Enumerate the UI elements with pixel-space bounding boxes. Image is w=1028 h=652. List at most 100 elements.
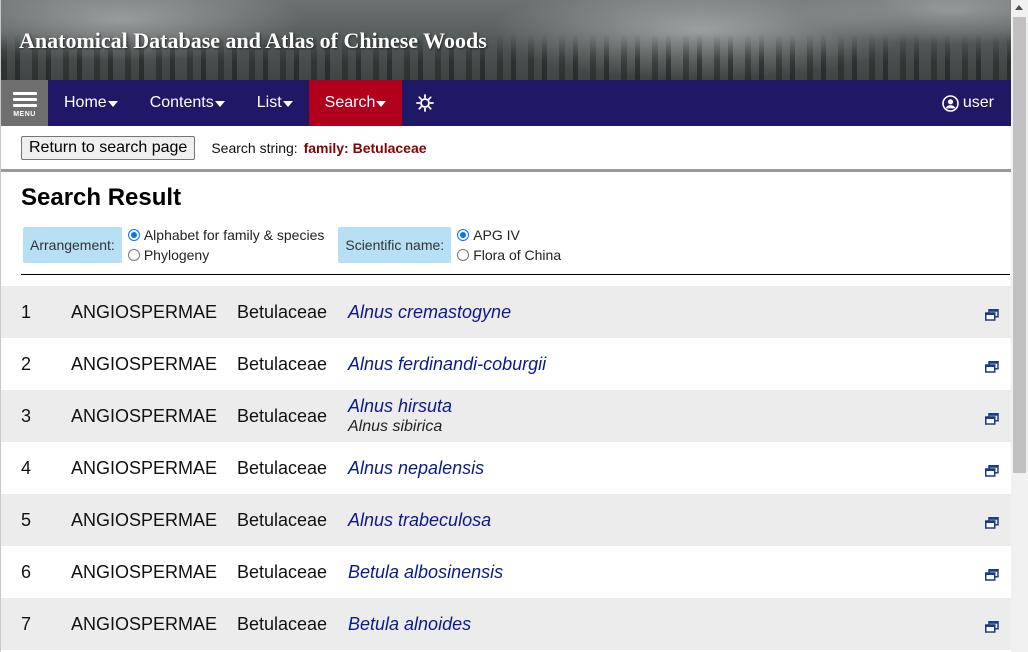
species-link[interactable]: Betula alnoides bbox=[348, 614, 471, 635]
arrangement-radio-group: Alphabet for family & species Phylogeny bbox=[127, 225, 325, 265]
open-in-window-icon[interactable] bbox=[985, 357, 999, 378]
row-family: Betulaceae bbox=[237, 457, 328, 478]
table-row: 6 ANGIOSPERMAE Betulaceae Betula albosinens… bbox=[1, 546, 1011, 598]
species-link[interactable]: Betula albosinensis bbox=[348, 562, 503, 583]
caret-down-icon bbox=[214, 101, 225, 107]
scientific-name-apg-option[interactable]: APG IV bbox=[457, 225, 561, 245]
scroll-up-arrow-icon[interactable] bbox=[1015, 5, 1023, 10]
sun-gear-icon bbox=[416, 94, 435, 112]
species-link[interactable]: Alnus hirsuta bbox=[348, 396, 452, 417]
open-in-window-icon[interactable] bbox=[985, 305, 999, 326]
user-label: user bbox=[962, 94, 994, 111]
nav-home-label: Home bbox=[64, 94, 107, 111]
table-row: 5 ANGIOSPERMAE Betulaceae Alnus trabeculosa bbox=[1, 494, 1011, 546]
row-species: Betula alnoides bbox=[348, 614, 471, 635]
table-row: 7 ANGIOSPERMAE Betulaceae Betula alnoides bbox=[1, 598, 1011, 650]
open-in-window-icon[interactable] bbox=[985, 513, 999, 534]
user-circle-icon bbox=[942, 94, 959, 112]
row-class: ANGIOSPERMAE bbox=[71, 353, 218, 374]
search-string-value: family: Betulaceae bbox=[303, 139, 427, 156]
navbar: MENU Home Contents List Search user bbox=[1, 80, 1011, 126]
settings-button[interactable] bbox=[402, 80, 448, 126]
species-synonym: Alnus sibirica bbox=[348, 418, 443, 435]
nav-contents[interactable]: Contents bbox=[134, 80, 241, 126]
table-row: 3 ANGIOSPERMAE Betulaceae Alnus hirsuta Alnu… bbox=[1, 390, 1011, 442]
page-title: Search Result bbox=[21, 184, 182, 211]
open-in-window-icon[interactable] bbox=[985, 409, 999, 430]
arrangement-alphabet-option[interactable]: Alphabet for family & species bbox=[127, 225, 325, 245]
species-link[interactable]: Alnus nepalensis bbox=[348, 458, 484, 479]
row-number: 1 bbox=[21, 301, 32, 322]
nav-home[interactable]: Home bbox=[48, 80, 134, 126]
row-class: ANGIOSPERMAE bbox=[71, 561, 218, 582]
menu-label: MENU bbox=[13, 110, 36, 118]
result-header: Search Result Arrangement: Alphabet for … bbox=[1, 172, 1011, 265]
nav-list[interactable]: List bbox=[241, 80, 309, 126]
radio-unselected-icon[interactable] bbox=[457, 248, 470, 261]
scientific-name-flora-label: Flora of China bbox=[473, 246, 562, 263]
return-to-search-button[interactable]: Return to search page bbox=[21, 135, 196, 160]
table-row: 2 ANGIOSPERMAE Betulaceae Alnus ferdinandi-… bbox=[1, 338, 1011, 390]
row-family: Betulaceae bbox=[237, 405, 328, 426]
scientific-name-flora-option[interactable]: Flora of China bbox=[457, 245, 561, 265]
row-species: Betula albosinensis bbox=[348, 562, 503, 583]
vertical-scrollbar[interactable] bbox=[1011, 0, 1028, 652]
row-class: ANGIOSPERMAE bbox=[71, 509, 218, 530]
search-string-label: Search string: bbox=[211, 139, 298, 156]
table-row: 1 ANGIOSPERMAE Betulaceae Alnus cremastogyn… bbox=[1, 286, 1011, 338]
arrangement-alphabet-label: Alphabet for family & species bbox=[143, 226, 325, 243]
row-species: Alnus hirsuta Alnus sibirica bbox=[348, 396, 452, 436]
user-menu[interactable]: user bbox=[942, 80, 994, 126]
table-row: 4 ANGIOSPERMAE Betulaceae Alnus nepalensis bbox=[1, 442, 1011, 494]
radio-selected-icon[interactable] bbox=[127, 228, 140, 241]
divider bbox=[21, 274, 1010, 275]
row-number: 7 bbox=[21, 613, 32, 634]
species-link[interactable]: Alnus cremastogyne bbox=[348, 302, 511, 323]
arrangement-label: Arrangement: bbox=[23, 226, 122, 263]
open-in-window-icon[interactable] bbox=[985, 565, 999, 586]
species-link[interactable]: Alnus ferdinandi-coburgii bbox=[348, 354, 546, 375]
caret-down-icon bbox=[282, 101, 293, 107]
row-family: Betulaceae bbox=[237, 561, 328, 582]
caret-down-icon bbox=[107, 101, 118, 107]
row-number: 2 bbox=[21, 353, 32, 374]
row-number: 4 bbox=[21, 457, 32, 478]
row-number: 3 bbox=[21, 405, 32, 426]
header-banner: Anatomical Database and Atlas of Chinese… bbox=[1, 0, 1011, 80]
radio-selected-icon[interactable] bbox=[457, 228, 470, 241]
search-bar: Return to search page Search string: fam… bbox=[1, 126, 1011, 172]
scientific-name-radio-group: APG IV Flora of China bbox=[457, 225, 561, 265]
row-family: Betulaceae bbox=[237, 301, 328, 322]
arrangement-phylogeny-option[interactable]: Phylogeny bbox=[127, 245, 325, 265]
row-species: Alnus trabeculosa bbox=[348, 510, 491, 531]
row-class: ANGIOSPERMAE bbox=[71, 301, 218, 322]
nav-search-label: Search bbox=[324, 94, 376, 111]
row-class: ANGIOSPERMAE bbox=[71, 405, 218, 426]
row-species: Alnus ferdinandi-coburgii bbox=[348, 354, 546, 375]
scientific-name-label: Scientific name: bbox=[338, 226, 452, 263]
page: Anatomical Database and Atlas of Chinese… bbox=[0, 0, 1011, 652]
hamburger-icon bbox=[12, 89, 37, 110]
scientific-name-apg-label: APG IV bbox=[473, 226, 520, 243]
arrangement-phylogeny-label: Phylogeny bbox=[143, 246, 210, 263]
radio-unselected-icon[interactable] bbox=[127, 248, 140, 261]
display-options: Arrangement: Alphabet for family & speci… bbox=[21, 224, 1011, 265]
open-in-window-icon[interactable] bbox=[985, 617, 999, 638]
scrollbar-thumb[interactable] bbox=[1013, 17, 1026, 473]
site-title: Anatomical Database and Atlas of Chinese… bbox=[19, 28, 487, 53]
nav-contents-label: Contents bbox=[149, 94, 214, 111]
nav-search[interactable]: Search bbox=[308, 80, 403, 126]
row-number: 6 bbox=[21, 561, 32, 582]
row-class: ANGIOSPERMAE bbox=[71, 457, 218, 478]
row-species: Alnus cremastogyne bbox=[348, 302, 511, 323]
results-list: 1 ANGIOSPERMAE Betulaceae Alnus cremastogyn… bbox=[1, 286, 1011, 650]
row-family: Betulaceae bbox=[237, 353, 328, 374]
caret-down-icon bbox=[376, 101, 387, 107]
row-family: Betulaceae bbox=[237, 613, 328, 634]
open-in-window-icon[interactable] bbox=[985, 461, 999, 482]
row-species: Alnus nepalensis bbox=[348, 458, 484, 479]
search-string: Search string: family: Betulaceae bbox=[211, 140, 426, 156]
row-number: 5 bbox=[21, 509, 32, 530]
menu-button[interactable]: MENU bbox=[1, 80, 48, 126]
species-link[interactable]: Alnus trabeculosa bbox=[348, 510, 491, 531]
